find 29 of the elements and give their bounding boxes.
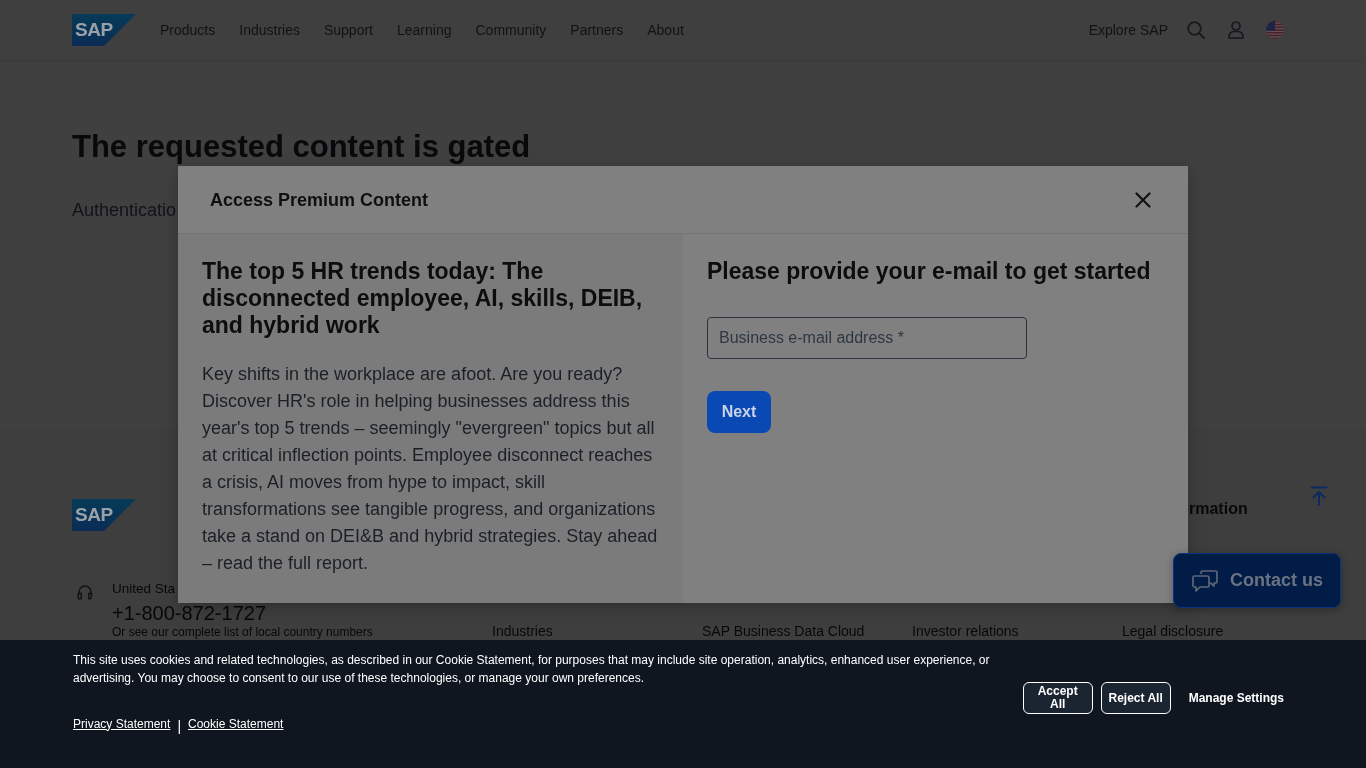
user-icon[interactable] bbox=[1228, 21, 1244, 39]
contact-us-button[interactable]: Contact us bbox=[1173, 553, 1341, 608]
next-button[interactable]: Next bbox=[707, 391, 771, 433]
report-title: The top 5 HR trends today: The disconnected employee, AI, skills, DEIB, and hybrid work bbox=[202, 258, 644, 339]
logo[interactable]: SAP bbox=[72, 499, 136, 531]
footer-link[interactable]: Industries bbox=[492, 623, 553, 639]
close-icon bbox=[1135, 191, 1151, 208]
cookie-consent-button[interactable]: Accept All bbox=[1022, 682, 1093, 714]
dialog-title: Access Premium Content bbox=[210, 188, 429, 211]
manage-settings-button[interactable]: Manage Settings bbox=[1188, 686, 1284, 710]
link-separator: | bbox=[177, 718, 181, 734]
page-title: The requested content is gated bbox=[72, 128, 531, 165]
close-button[interactable] bbox=[1133, 189, 1153, 210]
chat-bubbles-icon bbox=[1192, 568, 1218, 593]
logo[interactable]: SAP bbox=[72, 14, 136, 46]
statement-link[interactable]: Privacy Statement bbox=[73, 715, 171, 732]
cookie-notice: This site uses cookies and related technologies, as described in our Cookie Statement, for purposes that may include site operation, analytics, enhanced user experience, or advertising. You may choose to consent to our use of these technologies, or manage your own preferences. bbox=[73, 652, 991, 687]
headset-icon bbox=[76, 583, 94, 601]
footer-link[interactable]: Investor relations bbox=[912, 623, 1019, 639]
footer-link[interactable]: Legal disclosure bbox=[1122, 623, 1224, 639]
form-heading: Please provide your e-mail to get started bbox=[707, 258, 1151, 285]
footer-link[interactable]: SAP Business Data Cloud bbox=[702, 623, 865, 639]
back-to-top-icon[interactable] bbox=[1310, 486, 1328, 506]
cookie-consent-button[interactable]: Reject All bbox=[1100, 682, 1171, 714]
flag-icon[interactable] bbox=[1266, 21, 1284, 39]
search-icon[interactable] bbox=[1187, 21, 1205, 39]
report-description: Key shifts in the workplace are afoot. Are you ready? Discover HR's role in helping businesses address this year's top 5 trends – seemingly "evergreen" topics but all at critical inflection points. Employee disconnect reaches a crisis, AI moves from hype to impact, skill transformations see tangible progress, and organizations take a stand on DEI&B and hybrid strategies. Stay ahead – read the full report. bbox=[202, 363, 659, 575]
email-field[interactable]: Business e-mail address * bbox=[707, 317, 1027, 359]
statement-link[interactable]: Cookie Statement bbox=[188, 715, 284, 732]
